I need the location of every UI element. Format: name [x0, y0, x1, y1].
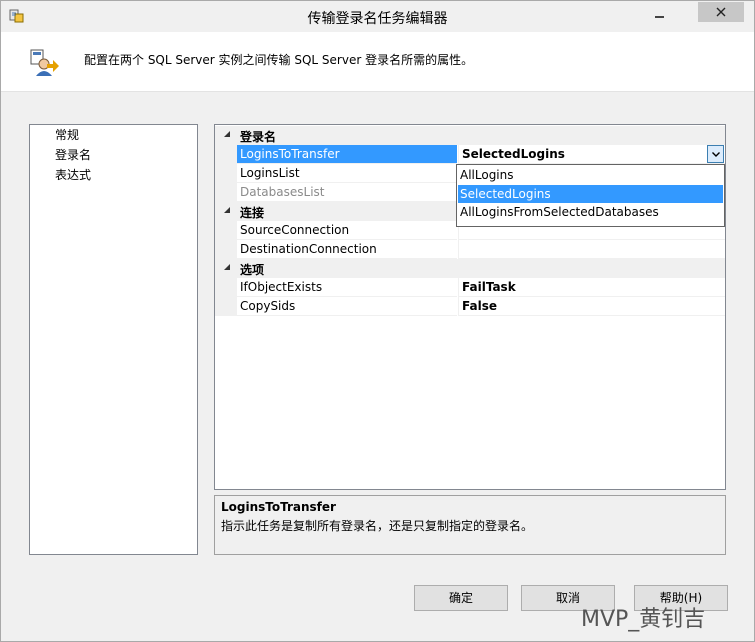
- property-name: LoginsToTransfer: [237, 145, 457, 164]
- nav-item-logins[interactable]: 登录名: [55, 146, 91, 164]
- row-gutter: [215, 164, 237, 183]
- category-options[interactable]: 选项: [215, 259, 725, 278]
- close-icon: [716, 7, 726, 17]
- option-selected-logins[interactable]: SelectedLogins: [458, 185, 723, 203]
- property-name: CopySids: [237, 297, 457, 316]
- collapse-icon[interactable]: [224, 264, 230, 270]
- dialog-window: 传输登录名任务编辑器 配置在两个 SQL Server 实例之间传输 SQL S…: [0, 0, 755, 642]
- dropdown-toggle-button[interactable]: [707, 145, 724, 163]
- property-name: DestinationConnection: [237, 240, 457, 259]
- property-description-panel: LoginsToTransfer 指示此任务是复制所有登录名，还是只复制指定的登…: [214, 495, 726, 555]
- property-name: IfObjectExists: [237, 278, 457, 297]
- description-title: LoginsToTransfer: [221, 500, 336, 514]
- chevron-down-icon: [712, 152, 720, 157]
- watermark-text: MVP_黄钊吉: [581, 607, 706, 632]
- row-gutter: [215, 297, 237, 316]
- logins-dropdown-list: AllLogins SelectedLogins AllLoginsFromSe…: [456, 164, 725, 227]
- property-row-copy-sids[interactable]: CopySids False: [215, 297, 725, 316]
- row-gutter: [215, 183, 237, 202]
- row-gutter: [215, 221, 237, 240]
- header-band: 配置在两个 SQL Server 实例之间传输 SQL Server 登录名所需…: [1, 32, 754, 92]
- minimize-icon[interactable]: [652, 5, 668, 25]
- property-value[interactable]: False: [458, 297, 725, 316]
- option-all-logins-from-selected-databases[interactable]: AllLoginsFromSelectedDatabases: [458, 203, 723, 221]
- property-row-logins-to-transfer[interactable]: LoginsToTransfer SelectedLogins: [215, 145, 725, 164]
- window-title: 传输登录名任务编辑器: [307, 11, 448, 27]
- title-bar: 传输登录名任务编辑器: [1, 1, 754, 32]
- collapse-icon[interactable]: [224, 207, 230, 213]
- row-gutter: [215, 278, 237, 297]
- property-row-if-object-exists[interactable]: IfObjectExists FailTask: [215, 278, 725, 297]
- property-row-destination-connection[interactable]: DestinationConnection: [215, 240, 725, 259]
- page-navigation: 常规 登录名 表达式: [29, 124, 198, 555]
- close-button[interactable]: [698, 2, 744, 22]
- row-gutter: [215, 145, 237, 164]
- row-gutter: [215, 240, 237, 259]
- property-name: LoginsList: [237, 164, 457, 183]
- ok-button[interactable]: 确定: [414, 585, 508, 611]
- category-label: 登录名: [240, 130, 277, 144]
- nav-item-expressions[interactable]: 表达式: [55, 166, 91, 184]
- transfer-logins-icon: [30, 49, 59, 76]
- category-label: 选项: [240, 263, 265, 277]
- property-name: DatabasesList: [237, 183, 457, 202]
- description-text: 指示此任务是复制所有登录名，还是只复制指定的登录名。: [221, 519, 534, 533]
- category-label: 连接: [240, 206, 265, 220]
- nav-item-general[interactable]: 常规: [55, 126, 79, 144]
- collapse-icon[interactable]: [224, 131, 230, 137]
- category-logins[interactable]: 登录名: [215, 126, 725, 145]
- property-name: SourceConnection: [237, 221, 457, 240]
- property-value[interactable]: FailTask: [458, 278, 725, 297]
- property-value[interactable]: [458, 240, 725, 259]
- property-value[interactable]: SelectedLogins: [458, 145, 725, 164]
- header-description: 配置在两个 SQL Server 实例之间传输 SQL Server 登录名所需…: [84, 53, 474, 67]
- option-all-logins[interactable]: AllLogins: [458, 166, 723, 184]
